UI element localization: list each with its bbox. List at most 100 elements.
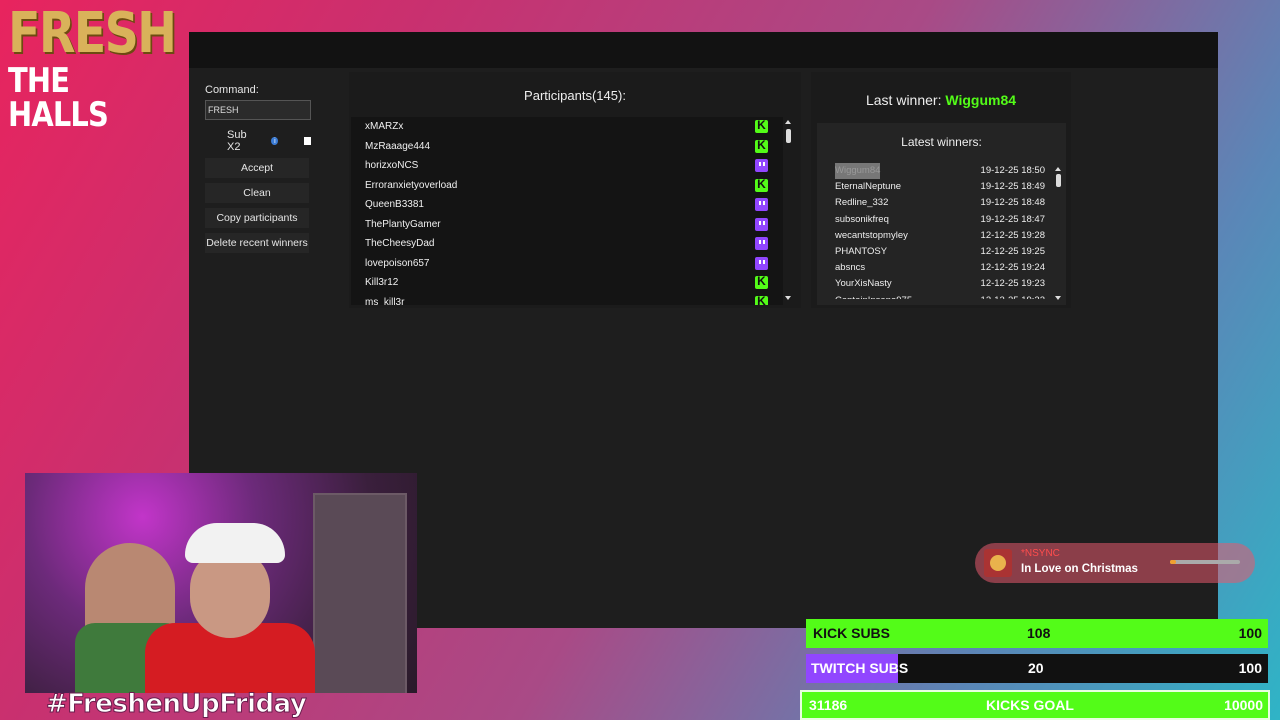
participant-row[interactable]: horizxoNCS <box>351 156 783 176</box>
kick-icon <box>755 272 768 292</box>
command-label: Command: <box>205 84 259 96</box>
participant-row[interactable]: Kill3r12 <box>351 272 783 293</box>
participant-row[interactable]: xMARZx <box>351 117 783 137</box>
winner-row[interactable]: YourXisNasty 12-12-25 19:23 <box>835 276 1045 292</box>
santa-hat <box>185 523 285 563</box>
winner-name: Redline_332 <box>835 197 889 209</box>
participants-scroll-up-icon[interactable] <box>785 120 791 124</box>
now-playing-artist: *NSYNC <box>1021 548 1060 559</box>
participant-name: TheCheesyDad <box>365 238 435 249</box>
song-progress-fill <box>1170 560 1176 564</box>
participant-name: Erroranxietyoverload <box>365 179 458 191</box>
kick-subs-label: KICK SUBS <box>813 625 891 641</box>
webcam-door <box>313 493 407 693</box>
winner-time: 19-12-25 18:48 <box>980 197 1045 209</box>
twitch-icon <box>755 198 768 211</box>
participant-name: MzRaaage444 <box>365 140 431 152</box>
winner-row[interactable]: absncs 12-12-25 19:24 <box>835 260 1045 276</box>
command-input[interactable] <box>205 100 311 120</box>
participants-list[interactable]: xMARZx MzRaaage444 horizxoNCS Erroranxietyo… <box>351 117 783 305</box>
winner-time: 12-12-25 19:25 <box>980 245 1045 257</box>
kick-icon <box>755 175 768 194</box>
twitch-subs-goal: 100 <box>1238 660 1262 676</box>
kick-subs-goal-bar: KICK SUBS 108 100 <box>806 619 1268 648</box>
participant-row[interactable]: ThePlantyGamer <box>351 215 783 235</box>
winner-row[interactable]: Redline_332 19-12-25 18:48 <box>835 195 1045 211</box>
participant-name: ms_kill3r <box>365 296 405 306</box>
participants-scroll-down-icon[interactable] <box>785 296 791 300</box>
participant-row[interactable]: MzRaaage444 <box>351 136 783 157</box>
accept-button[interactable]: Accept <box>205 158 309 178</box>
participant-name: lovepoison657 <box>365 257 430 269</box>
kick-subs-goal: 100 <box>1238 625 1262 641</box>
twitch-subs-goal-bar: TWITCH SUBS 20 100 <box>806 654 1268 683</box>
clean-button[interactable]: Clean <box>205 183 309 203</box>
winner-name: EternalNeptune <box>835 181 902 193</box>
kicks-goal-value: 31186 <box>809 697 848 713</box>
fresh-the-halls-logo: FRESH THE HALLS <box>8 1 177 133</box>
twitch-icon <box>755 237 768 250</box>
winner-row[interactable]: CaptainInsano975 12-12-25 19:22 <box>835 293 1045 300</box>
last-winner: Last winner: Wiggum84 <box>811 92 1071 108</box>
winner-time: 12-12-25 19:24 <box>980 262 1045 274</box>
winner-time: 19-12-25 18:47 <box>980 213 1045 225</box>
sub-x2-checkbox[interactable] <box>304 137 311 145</box>
winners-panel: Last winner: Wiggum84 Latest winners: Wi… <box>811 72 1071 308</box>
command-panel: Command: Sub X2 i Accept Clean Copy part… <box>205 84 311 253</box>
participant-row[interactable]: QueenB3381 <box>351 195 783 215</box>
winners-scroll-down-icon[interactable] <box>1055 296 1061 300</box>
latest-winners-title: Latest winners: <box>901 135 982 149</box>
participant-name: QueenB3381 <box>365 199 424 210</box>
app-topbar <box>189 32 1218 68</box>
copy-participants-button[interactable]: Copy participants <box>205 208 309 228</box>
sub-x2-row: Sub X2 i <box>205 129 311 153</box>
participant-name: horizxoNCS <box>365 160 419 171</box>
webcam-feed <box>25 473 417 693</box>
winners-scroll-up-icon[interactable] <box>1055 167 1061 171</box>
kick-icon <box>755 136 768 155</box>
participant-row[interactable]: ms_kill3r <box>351 292 783 306</box>
album-art-icon <box>984 549 1012 577</box>
kick-subs-value: 108 <box>1027 625 1051 641</box>
winner-row[interactable]: wecantstopmyley 12-12-25 19:28 <box>835 228 1045 244</box>
winner-row[interactable]: PHANTOSY 12-12-25 19:25 <box>835 244 1045 260</box>
twitch-subs-label: TWITCH SUBS <box>811 660 909 676</box>
now-playing-widget: *NSYNC In Love on Christmas <box>975 543 1255 583</box>
participants-title: Participants(145): <box>524 88 626 103</box>
delete-recent-winners-button[interactable]: Delete recent winners <box>205 233 309 253</box>
winner-row[interactable]: subsonikfreq 19-12-25 18:47 <box>835 212 1045 228</box>
winner-time: 12-12-25 19:23 <box>980 278 1045 290</box>
participant-name: Kill3r12 <box>365 277 399 288</box>
participant-row[interactable]: Erroranxietyoverload <box>351 175 783 196</box>
song-progress-bar <box>1170 560 1240 564</box>
info-icon[interactable]: i <box>271 137 279 145</box>
kicks-goal-target: 10000 <box>1224 697 1263 713</box>
last-winner-name: Wiggum84 <box>945 92 1017 108</box>
winner-name: PHANTOSY <box>835 245 888 257</box>
now-playing-song: In Love on Christmas <box>1021 563 1138 575</box>
kick-icon <box>755 292 768 305</box>
participants-panel: Participants(145): xMARZx MzRaaage444 hori… <box>349 72 801 308</box>
twitch-icon <box>755 256 768 270</box>
sub-x2-label: Sub X2 <box>227 129 247 153</box>
participant-name: xMARZx <box>365 121 404 132</box>
kick-icon <box>755 117 768 136</box>
winner-time: 12-12-25 19:22 <box>981 293 1045 300</box>
winner-name: subsonikfreq <box>835 213 889 225</box>
participants-scrollbar-thumb[interactable] <box>786 129 791 143</box>
winner-time: 19-12-25 18:49 <box>980 181 1045 193</box>
participant-name: ThePlantyGamer <box>365 218 441 230</box>
winner-name: YourXisNasty <box>835 278 892 290</box>
kicks-goal-label: KICKS GOAL <box>986 697 1074 713</box>
twitch-icon <box>755 159 768 172</box>
logo-line-1: FRESH <box>8 1 177 66</box>
participant-row[interactable]: lovepoison657 <box>351 254 783 274</box>
latest-winners-box: Latest winners: Wiggum84 19-12-25 18:50 Et… <box>817 123 1066 305</box>
winner-row[interactable]: EternalNeptune 19-12-25 18:49 <box>835 179 1045 195</box>
latest-winners-list[interactable]: Wiggum84 19-12-25 18:50 EternalNeptune 19-1… <box>835 163 1045 299</box>
participant-row[interactable]: TheCheesyDad <box>351 234 783 254</box>
winners-scrollbar-thumb[interactable] <box>1056 174 1061 187</box>
winner-name: absncs <box>835 262 866 274</box>
winner-row[interactable]: Wiggum84 19-12-25 18:50 <box>835 163 1045 180</box>
winner-time: 19-12-25 18:50 <box>980 165 1045 176</box>
